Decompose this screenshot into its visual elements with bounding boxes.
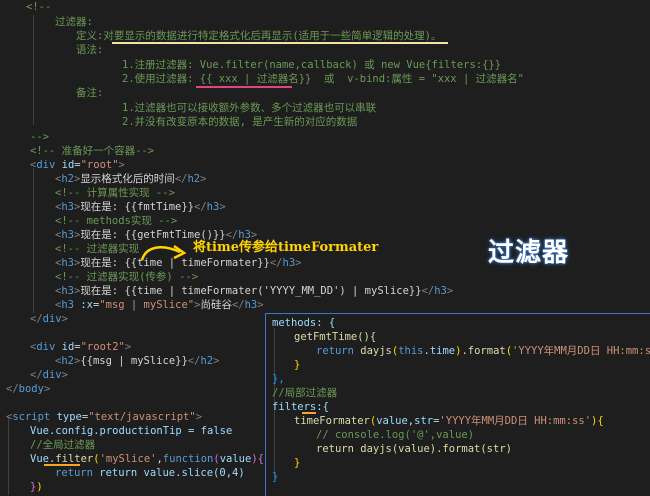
arrow-icon	[140, 244, 187, 261]
code-line: 1.注册过滤器: Vue.filter(name,callback) 或 new…	[122, 59, 502, 71]
code-line: <h3 :x="msg | mySlice">尚硅谷</h3>	[55, 299, 264, 311]
code-line: </div>	[30, 313, 68, 325]
code-line: <!-- 计算属性实现 -->	[55, 187, 175, 199]
indent-guide	[33, 15, 34, 125]
code-line: 备注:	[76, 87, 104, 99]
code-line: </body>	[6, 383, 51, 395]
code-line: 2.使用过滤器: {{ xxx | 过滤器名}} 或 v-bind:属性 = "…	[122, 73, 524, 85]
code-line: <div id="root">	[30, 159, 125, 171]
highlight-underline	[196, 86, 292, 88]
indent-guide	[33, 168, 34, 313]
code-line: <script type="text/javascript">	[6, 411, 203, 423]
code-line: //全局过滤器	[30, 439, 96, 451]
code-line: }	[294, 359, 301, 371]
code-line: })	[30, 481, 43, 493]
code-line: 2.并没有改变原本的数据, 是产生新的对应的数据	[122, 116, 358, 128]
code-line: <!-- 准备好一个容器-->	[30, 145, 155, 157]
indent-guide	[8, 418, 9, 495]
code-line: //局部过滤器	[272, 387, 338, 399]
code-line: },	[272, 373, 285, 385]
code-line: -->	[30, 131, 49, 143]
code-line: timeFormater(value,str='YYYY年MM月DD日 HH:m…	[294, 415, 604, 427]
highlight-underline	[302, 412, 316, 414]
code-line: }	[272, 471, 279, 483]
code-line: 过滤器:	[55, 16, 93, 28]
code-line: </div>	[30, 369, 68, 381]
code-line: <h3>现在是: {{fmtTime}}</h3>	[55, 201, 226, 213]
code-line: Vue.config.productionTip = false	[30, 425, 233, 437]
code-line: 语法:	[76, 44, 104, 56]
code-line: <!-- 过滤器实现	[55, 243, 140, 255]
code-line: <h2>显示格式化后的时间</h2>	[55, 173, 207, 185]
code-line: return dayjs(value).format(str)	[316, 443, 512, 455]
code-line: <div id="root2">	[30, 341, 132, 353]
code-line: methods: {	[272, 317, 336, 329]
code-line: filters:{	[272, 401, 329, 413]
code-line: return return value.slice(0,4)	[55, 467, 245, 479]
code-line: // console.log('@',value)	[316, 429, 475, 441]
code-line: <!--	[26, 1, 52, 13]
section-title: 过滤器	[488, 238, 570, 268]
highlight-underline	[44, 464, 80, 466]
code-line: <h3>现在是: {{time | timeFormater('YYYY_MM_…	[55, 285, 454, 297]
code-line: }	[294, 457, 301, 469]
code-editor[interactable]: <!-- 过滤器: 定义:对要显示的数据进行特定格式化后再显示(适用于一些简单逻…	[0, 0, 650, 496]
code-line: return dayjs(this.time).format('YYYY年MM月…	[316, 345, 650, 357]
code-line: 1.过滤器也可以接收额外参数、多个过滤器也可以串联	[122, 102, 377, 114]
highlight-underline	[112, 42, 448, 44]
code-overlay-panel: methods: { getFmtTime(){ return dayjs(th…	[265, 313, 650, 496]
code-line: <!-- 过滤器实现(传参) -->	[55, 271, 199, 283]
code-line: <h2>{{msg | mySlice}}</h2>	[55, 355, 220, 367]
code-line: getFmtTime(){	[294, 331, 377, 343]
annotation-text: 将time传参给timeFormater	[193, 240, 379, 255]
code-line: <!-- methods实现 -->	[55, 215, 178, 227]
